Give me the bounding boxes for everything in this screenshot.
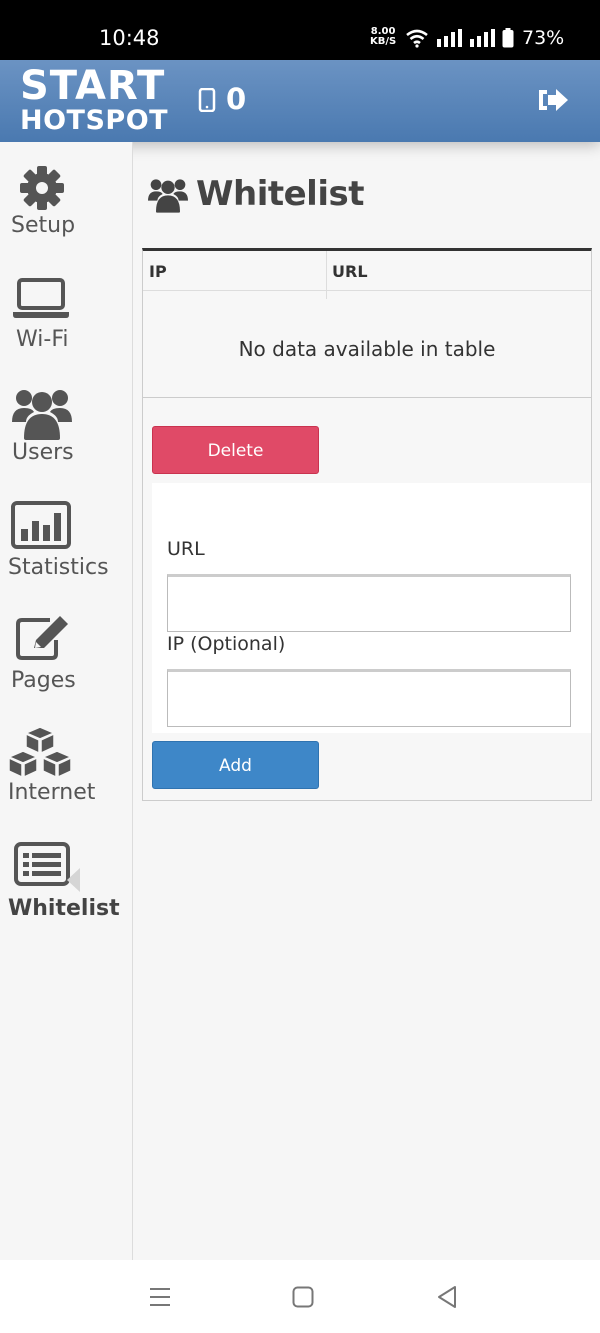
logout-icon[interactable] <box>536 86 570 114</box>
wifi-icon <box>406 29 428 48</box>
url-label: URL <box>167 538 205 560</box>
sidebar-item-label: Wi-Fi <box>16 327 69 352</box>
cubes-icon <box>7 726 73 779</box>
empty-table-message: No data available in table <box>238 337 496 361</box>
sidebar-item-label: Statistics <box>8 555 109 580</box>
sidebar-item-pages[interactable]: Pages <box>0 612 133 694</box>
edit-icon <box>16 616 68 660</box>
whitelist-panel: IP URL No data available in table Delete… <box>142 248 592 801</box>
bar-chart-icon <box>11 501 71 549</box>
status-icons: 73% <box>405 26 564 50</box>
sidebar-item-label: Setup <box>11 213 76 238</box>
battery-percent: 73% <box>522 27 565 49</box>
signal-icon <box>437 29 462 47</box>
users-icon <box>12 390 72 440</box>
table-header: IP URL <box>143 251 591 299</box>
add-button[interactable]: Add <box>152 741 319 789</box>
ip-label: IP (Optional) <box>167 633 286 655</box>
delete-button[interactable]: Delete <box>152 426 319 474</box>
gear-icon <box>20 166 64 210</box>
url-input[interactable] <box>167 574 571 632</box>
list-icon <box>14 842 70 886</box>
sidebar-item-label: Whitelist <box>8 896 120 921</box>
sidebar-item-label: Pages <box>11 668 76 693</box>
add-whitelist-form: URL IP (Optional) <box>152 483 591 733</box>
device-count: 0 <box>226 82 247 116</box>
back-icon[interactable] <box>436 1285 458 1309</box>
laptop-icon <box>13 278 69 318</box>
logo-bottom-text: HOTSPOT <box>20 105 169 136</box>
ip-input[interactable] <box>167 669 571 727</box>
system-navigation-bar <box>0 1260 600 1333</box>
users-icon <box>148 179 188 213</box>
battery-icon <box>502 28 514 48</box>
app-header: START HOTSPOT <box>0 60 600 142</box>
signal-icon <box>470 29 495 47</box>
sidebar-item-wifi[interactable]: Wi-Fi <box>0 278 133 356</box>
page-title: Whitelist <box>196 174 364 214</box>
sidebar-item-users[interactable]: Users <box>0 384 133 468</box>
logo-top-text: START <box>20 63 166 109</box>
sidebar-item-statistics[interactable]: Statistics <box>0 500 133 582</box>
recent-apps-icon[interactable] <box>149 1286 171 1308</box>
column-header-ip[interactable]: IP <box>149 262 167 281</box>
table-empty-row: No data available in table <box>143 291 591 398</box>
status-time: 10:48 <box>99 26 160 50</box>
home-icon[interactable] <box>292 1286 314 1308</box>
page-heading: Whitelist <box>148 174 364 214</box>
sidebar-item-label: Internet <box>8 780 96 805</box>
status-bar: 10:48 8.00 KB/S 73% <box>0 0 600 60</box>
sidebar-item-internet[interactable]: Internet <box>0 725 133 807</box>
mobile-device-icon <box>198 88 216 112</box>
column-header-url[interactable]: URL <box>332 262 368 281</box>
network-speed: 8.00 KB/S <box>370 27 396 47</box>
active-indicator-arrow <box>67 868 80 892</box>
sidebar-item-setup[interactable]: Setup <box>0 162 133 244</box>
network-speed-unit: KB/S <box>370 36 397 47</box>
app-logo[interactable]: START HOTSPOT <box>20 66 168 136</box>
sidebar-item-label: Users <box>12 440 74 465</box>
